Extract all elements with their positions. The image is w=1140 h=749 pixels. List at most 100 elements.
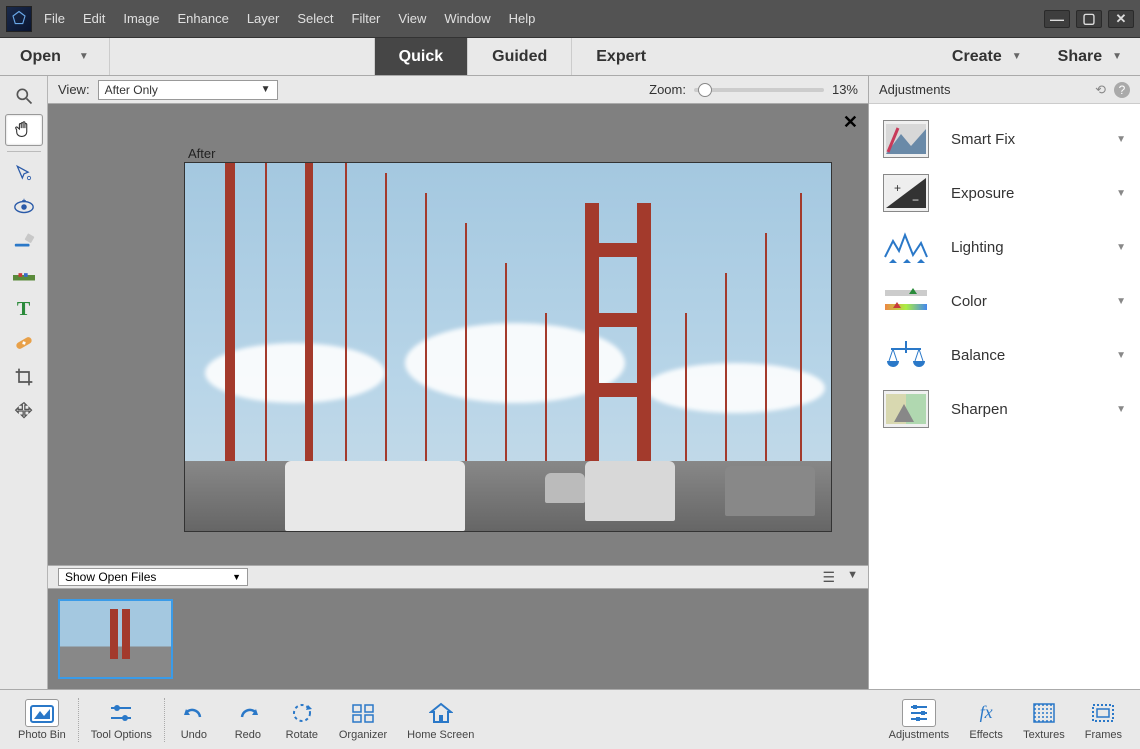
menu-edit[interactable]: Edit: [83, 11, 105, 26]
minimize-button[interactable]: —: [1044, 10, 1070, 28]
reset-icon[interactable]: ⟲: [1095, 82, 1106, 98]
menu-image[interactable]: Image: [123, 11, 159, 26]
adjustments-title: Adjustments: [879, 82, 951, 97]
balance-icon: [883, 336, 929, 374]
zoom-label: Zoom:: [649, 82, 686, 97]
move-tool[interactable]: [5, 395, 43, 427]
btn-label: Undo: [181, 729, 207, 741]
adj-lighting[interactable]: Lighting ▼: [869, 220, 1140, 274]
bin-menu-icon[interactable]: ☰: [823, 569, 836, 586]
menu-window[interactable]: Window: [444, 11, 490, 26]
svg-text:+: +: [894, 181, 901, 195]
adj-exposure[interactable]: +− Exposure ▼: [869, 166, 1140, 220]
photo-bin-icon: [25, 699, 59, 727]
btn-label: Home Screen: [407, 729, 474, 741]
menu-filter[interactable]: Filter: [352, 11, 381, 26]
maximize-button[interactable]: ▢: [1076, 10, 1102, 28]
tool-options-button[interactable]: Tool Options: [81, 699, 162, 741]
chevron-down-icon: ▼: [1116, 404, 1126, 415]
main-area: T View: After Only ▼ Zoom: 13% ✕ After: [0, 76, 1140, 689]
redo-button[interactable]: Redo: [221, 699, 275, 741]
divider: [7, 151, 41, 152]
right-panel: Adjustments ⟲ ? Smart Fix ▼ +− Exposure …: [868, 76, 1140, 689]
open-button[interactable]: Open ▼: [0, 38, 110, 75]
adj-balance[interactable]: Balance ▼: [869, 328, 1140, 382]
photo-bin-button[interactable]: Photo Bin: [8, 699, 76, 741]
organizer-button[interactable]: Organizer: [329, 699, 397, 741]
color-tool[interactable]: [5, 259, 43, 291]
slider-thumb[interactable]: [698, 83, 712, 97]
bin-chevron-icon[interactable]: ▼: [847, 569, 858, 586]
frames-tab-button[interactable]: Frames: [1075, 699, 1132, 741]
bin-header-icons: ☰ ▼: [823, 569, 858, 586]
chevron-down-icon: ▼: [1116, 350, 1126, 361]
tab-quick[interactable]: Quick: [374, 38, 467, 75]
create-label: Create: [952, 48, 1002, 66]
close-document-button[interactable]: ✕: [843, 112, 858, 133]
tab-guided[interactable]: Guided: [467, 38, 571, 75]
create-button[interactable]: Create ▼: [934, 38, 1040, 75]
zoom-slider[interactable]: [694, 88, 824, 92]
thumbnail[interactable]: [58, 599, 173, 679]
menu-help[interactable]: Help: [509, 11, 536, 26]
text-tool[interactable]: T: [5, 293, 43, 325]
adj-label: Sharpen: [951, 401, 1008, 418]
undo-button[interactable]: Undo: [167, 699, 221, 741]
divider: [78, 698, 79, 742]
organizer-icon: [346, 699, 380, 727]
rotate-button[interactable]: Rotate: [275, 699, 329, 741]
undo-icon: [177, 699, 211, 727]
btn-label: Tool Options: [91, 729, 152, 741]
svg-text:−: −: [912, 193, 919, 207]
smartfix-icon: [883, 120, 929, 158]
canvas-area: ✕ After: [48, 104, 868, 565]
bottom-right-group: Adjustments fx Effects Textures Frames: [879, 699, 1132, 741]
menu-select[interactable]: Select: [297, 11, 333, 26]
adjustments-tab-button[interactable]: Adjustments: [879, 699, 960, 741]
redeye-tool[interactable]: [5, 191, 43, 223]
view-label: View:: [58, 82, 90, 97]
btn-label: Textures: [1023, 729, 1065, 741]
menu-file[interactable]: File: [44, 11, 65, 26]
adj-label: Color: [951, 293, 987, 310]
caret-down-icon: ▼: [232, 572, 241, 582]
divider: [164, 698, 165, 742]
textures-tab-button[interactable]: Textures: [1013, 699, 1075, 741]
tool-options-icon: [104, 699, 138, 727]
menu-layer[interactable]: Layer: [247, 11, 280, 26]
home-button[interactable]: Home Screen: [397, 699, 484, 741]
menu-view[interactable]: View: [398, 11, 426, 26]
exposure-icon: +−: [883, 174, 929, 212]
redo-icon: [231, 699, 265, 727]
home-icon: [424, 699, 458, 727]
tab-expert[interactable]: Expert: [571, 38, 670, 75]
whiten-tool[interactable]: [5, 225, 43, 257]
btn-label: Photo Bin: [18, 729, 66, 741]
view-select[interactable]: After Only ▼: [98, 80, 278, 100]
effects-tab-button[interactable]: fx Effects: [959, 699, 1013, 741]
caret-down-icon: ▼: [1012, 51, 1022, 62]
chevron-down-icon: ▼: [1116, 188, 1126, 199]
menu-enhance[interactable]: Enhance: [178, 11, 229, 26]
help-icon[interactable]: ?: [1114, 82, 1130, 98]
image-canvas[interactable]: [184, 162, 832, 532]
heal-tool[interactable]: [5, 327, 43, 359]
close-button[interactable]: ✕: [1108, 10, 1134, 28]
crop-tool[interactable]: [5, 361, 43, 393]
quick-select-tool[interactable]: [5, 157, 43, 189]
bin-select[interactable]: Show Open Files ▼: [58, 568, 248, 586]
zoom-tool[interactable]: [5, 80, 43, 112]
adj-sharpen[interactable]: Sharpen ▼: [869, 382, 1140, 436]
right-actions: Create ▼ Share ▼: [934, 38, 1140, 75]
share-button[interactable]: Share ▼: [1040, 38, 1140, 75]
hand-tool[interactable]: [5, 114, 43, 146]
titlebar: File Edit Image Enhance Layer Select Fil…: [0, 0, 1140, 38]
color-icon: [883, 282, 929, 320]
adj-smartfix[interactable]: Smart Fix ▼: [869, 112, 1140, 166]
adj-label: Smart Fix: [951, 131, 1015, 148]
btn-label: Frames: [1085, 729, 1122, 741]
btn-label: Adjustments: [889, 729, 950, 741]
adj-color[interactable]: Color ▼: [869, 274, 1140, 328]
app-icon: [6, 6, 32, 32]
adj-label: Exposure: [951, 185, 1014, 202]
